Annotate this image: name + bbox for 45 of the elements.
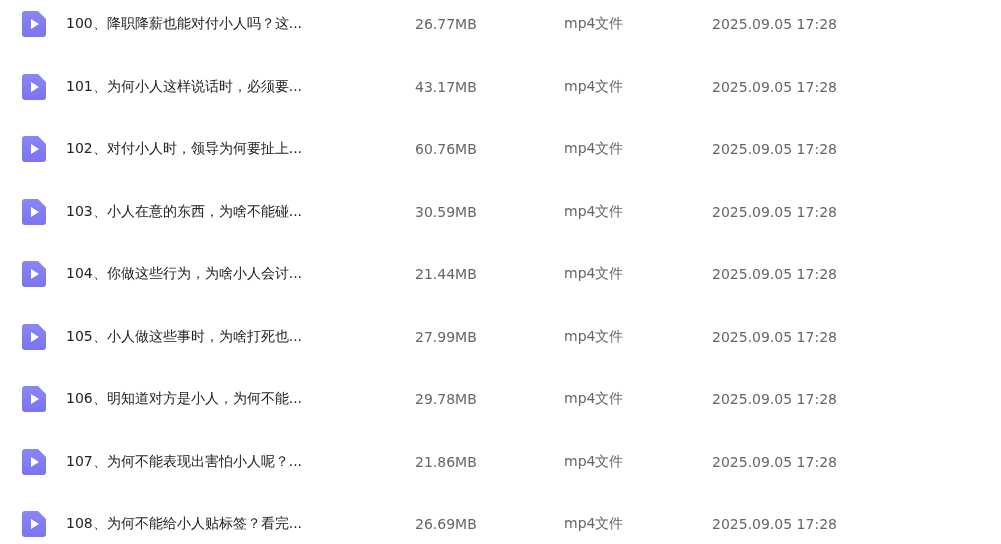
file-type: mp4文件 bbox=[564, 452, 625, 471]
file-type: mp4文件 bbox=[564, 77, 625, 96]
video-file-icon bbox=[22, 386, 46, 413]
video-file-icon bbox=[22, 261, 46, 288]
file-name[interactable]: 107、为何不能表现出害怕小人呢？... bbox=[66, 452, 415, 471]
file-type: mp4文件 bbox=[564, 327, 625, 346]
video-file-icon bbox=[22, 198, 46, 225]
modified-date: 2025.09.05 17:28 bbox=[712, 516, 837, 533]
file-size: 43.17MB bbox=[415, 78, 478, 95]
file-name[interactable]: 103、小人在意的东西，为啥不能碰... bbox=[66, 202, 415, 221]
video-file-icon bbox=[22, 323, 46, 350]
modified-date: 2025.09.05 17:28 bbox=[712, 328, 837, 345]
file-name[interactable]: 100、降职降薪也能对付小人吗？这... bbox=[66, 15, 415, 34]
file-name[interactable]: 108、为何不能给小人贴标签？看完... bbox=[66, 515, 415, 534]
file-name[interactable]: 101、为何小人这样说话时，必须要... bbox=[66, 77, 415, 96]
modified-date: 2025.09.05 17:28 bbox=[712, 78, 837, 95]
file-name[interactable]: 106、明知道对方是小人，为何不能... bbox=[66, 390, 415, 409]
file-type: mp4文件 bbox=[564, 140, 625, 159]
file-name[interactable]: 102、对付小人时，领导为何要扯上... bbox=[66, 140, 415, 159]
modified-date: 2025.09.05 17:28 bbox=[712, 453, 837, 470]
file-size: 21.44MB bbox=[415, 266, 478, 283]
file-type: mp4文件 bbox=[564, 202, 625, 221]
file-name[interactable]: 104、你做这些行为，为啥小人会讨... bbox=[66, 265, 415, 284]
file-size: 26.77MB bbox=[415, 16, 478, 33]
video-file-icon bbox=[22, 73, 46, 100]
modified-date: 2025.09.05 17:28 bbox=[712, 266, 837, 283]
modified-date: 2025.09.05 17:28 bbox=[712, 391, 837, 408]
file-size: 21.86MB bbox=[415, 453, 478, 470]
file-size: 30.59MB bbox=[415, 203, 478, 220]
video-file-icon bbox=[22, 11, 46, 38]
file-size: 27.99MB bbox=[415, 328, 478, 345]
modified-date: 2025.09.05 17:28 bbox=[712, 141, 837, 158]
file-size: 60.76MB bbox=[415, 141, 478, 158]
modified-date: 2025.09.05 17:28 bbox=[712, 16, 837, 33]
video-file-icon bbox=[22, 448, 46, 475]
video-file-icon bbox=[22, 511, 46, 538]
file-size: 26.69MB bbox=[415, 516, 478, 533]
file-type: mp4文件 bbox=[564, 390, 625, 409]
file-type: mp4文件 bbox=[564, 515, 625, 534]
file-size: 29.78MB bbox=[415, 391, 478, 408]
file-type: mp4文件 bbox=[564, 15, 625, 34]
file-name[interactable]: 105、小人做这些事时，为啥打死也... bbox=[66, 327, 415, 346]
modified-date: 2025.09.05 17:28 bbox=[712, 203, 837, 220]
video-file-icon bbox=[22, 136, 46, 163]
file-type: mp4文件 bbox=[564, 265, 625, 284]
